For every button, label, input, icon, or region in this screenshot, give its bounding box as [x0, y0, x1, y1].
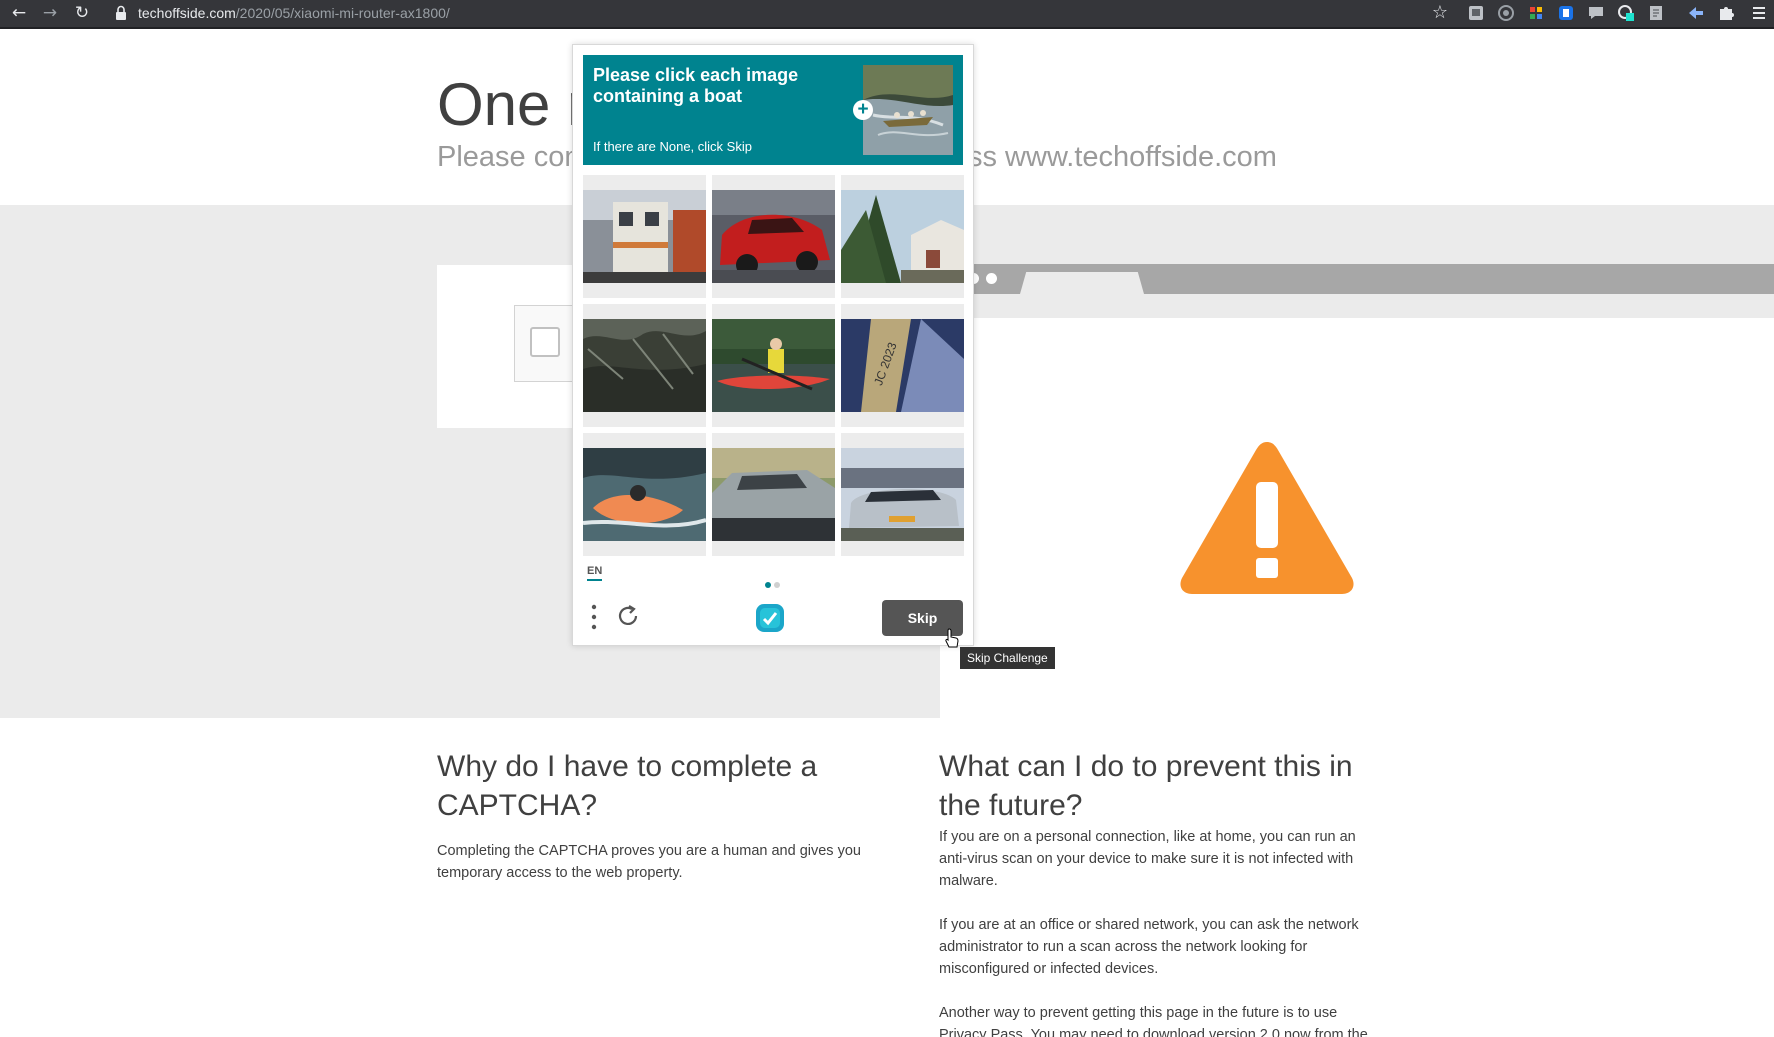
- prevent-heading: What can I do to prevent this in the fut…: [939, 750, 1353, 822]
- captcha-checkbox[interactable]: [530, 327, 560, 357]
- reload-icon[interactable]: ↻: [70, 2, 94, 24]
- warning-icon: [1180, 442, 1354, 594]
- image-tile-rafting[interactable]: [583, 433, 706, 556]
- expand-example-icon[interactable]: +: [853, 100, 873, 120]
- address-bar[interactable]: techoffside.com/2020/05/xiaomi-mi-router…: [138, 3, 450, 23]
- page-subtitle-right: ss www.techoffside.com: [968, 141, 1277, 173]
- bookmark-star-icon[interactable]: ☆: [1428, 2, 1452, 24]
- ext-square-icon[interactable]: [1467, 4, 1485, 22]
- pager-dot-active: [765, 582, 771, 588]
- ext-blue-icon[interactable]: [1557, 4, 1575, 22]
- image-tile-train[interactable]: [583, 175, 706, 298]
- image-tile-kayaker[interactable]: [712, 304, 835, 427]
- page-title: One r: [437, 71, 588, 138]
- hand-cursor-icon: [945, 628, 959, 648]
- url-host: techoffside.com: [138, 5, 236, 21]
- prevent-paragraph-1: If you are on a personal connection, lik…: [939, 829, 1356, 889]
- ext-page-icon[interactable]: [1647, 4, 1665, 22]
- image-tile-trees[interactable]: [583, 304, 706, 427]
- prompt-title: Please click each image containing a boa…: [593, 65, 799, 106]
- why-heading: Why do I have to complete a CAPTCHA?: [437, 750, 818, 822]
- back-icon[interactable]: ←: [7, 2, 31, 24]
- prompt-hint: If there are None, click Skip: [593, 139, 752, 154]
- ext-circle-icon[interactable]: [1497, 4, 1515, 22]
- ext-colorful-icon[interactable]: [1527, 4, 1545, 22]
- pager-dot: [774, 582, 780, 588]
- image-tile-sail[interactable]: JC 2023: [841, 304, 964, 427]
- menu-icon[interactable]: [1750, 4, 1768, 22]
- language-selector[interactable]: EN: [587, 565, 603, 581]
- ext-chat-icon[interactable]: [1587, 4, 1605, 22]
- lock-icon[interactable]: [115, 5, 127, 21]
- challenge-pager: [765, 575, 783, 593]
- image-tile-bmw-car[interactable]: [841, 433, 964, 556]
- image-tile-silver-car[interactable]: [712, 433, 835, 556]
- prevent-paragraph-3: Another way to prevent getting this page…: [939, 1005, 1368, 1037]
- image-tile-red-car[interactable]: [712, 175, 835, 298]
- why-body: Completing the CAPTCHA proves you are a …: [437, 843, 861, 881]
- captcha-challenge: Please click each image containing a boa…: [572, 44, 974, 646]
- skip-tooltip: Skip Challenge: [960, 647, 1055, 669]
- prevent-paragraph-2: If you are at an office or shared networ…: [939, 917, 1359, 977]
- illustration-tab: [1020, 272, 1144, 294]
- refresh-icon[interactable]: [615, 603, 641, 629]
- ext-arrow-icon[interactable]: [1687, 4, 1705, 22]
- image-tile-house-tree[interactable]: [841, 175, 964, 298]
- challenge-prompt: Please click each image containing a boa…: [583, 55, 963, 165]
- puzzle-icon[interactable]: [1717, 4, 1735, 22]
- example-image[interactable]: [863, 65, 953, 155]
- more-options-icon[interactable]: [591, 603, 597, 631]
- illustration-strip: [940, 294, 1774, 318]
- url-path: /2020/05/xiaomi-mi-router-ax1800/: [235, 5, 450, 21]
- page-subtitle-left: Please com: [437, 141, 589, 173]
- ext-green-badge-icon[interactable]: [1617, 4, 1635, 22]
- forward-icon[interactable]: →: [38, 2, 62, 24]
- hcaptcha-logo-icon[interactable]: [753, 601, 787, 635]
- illustration-dot: [986, 273, 997, 284]
- browser-toolbar: ← → ↻ techoffside.com/2020/05/xiaomi-mi-…: [0, 0, 1774, 29]
